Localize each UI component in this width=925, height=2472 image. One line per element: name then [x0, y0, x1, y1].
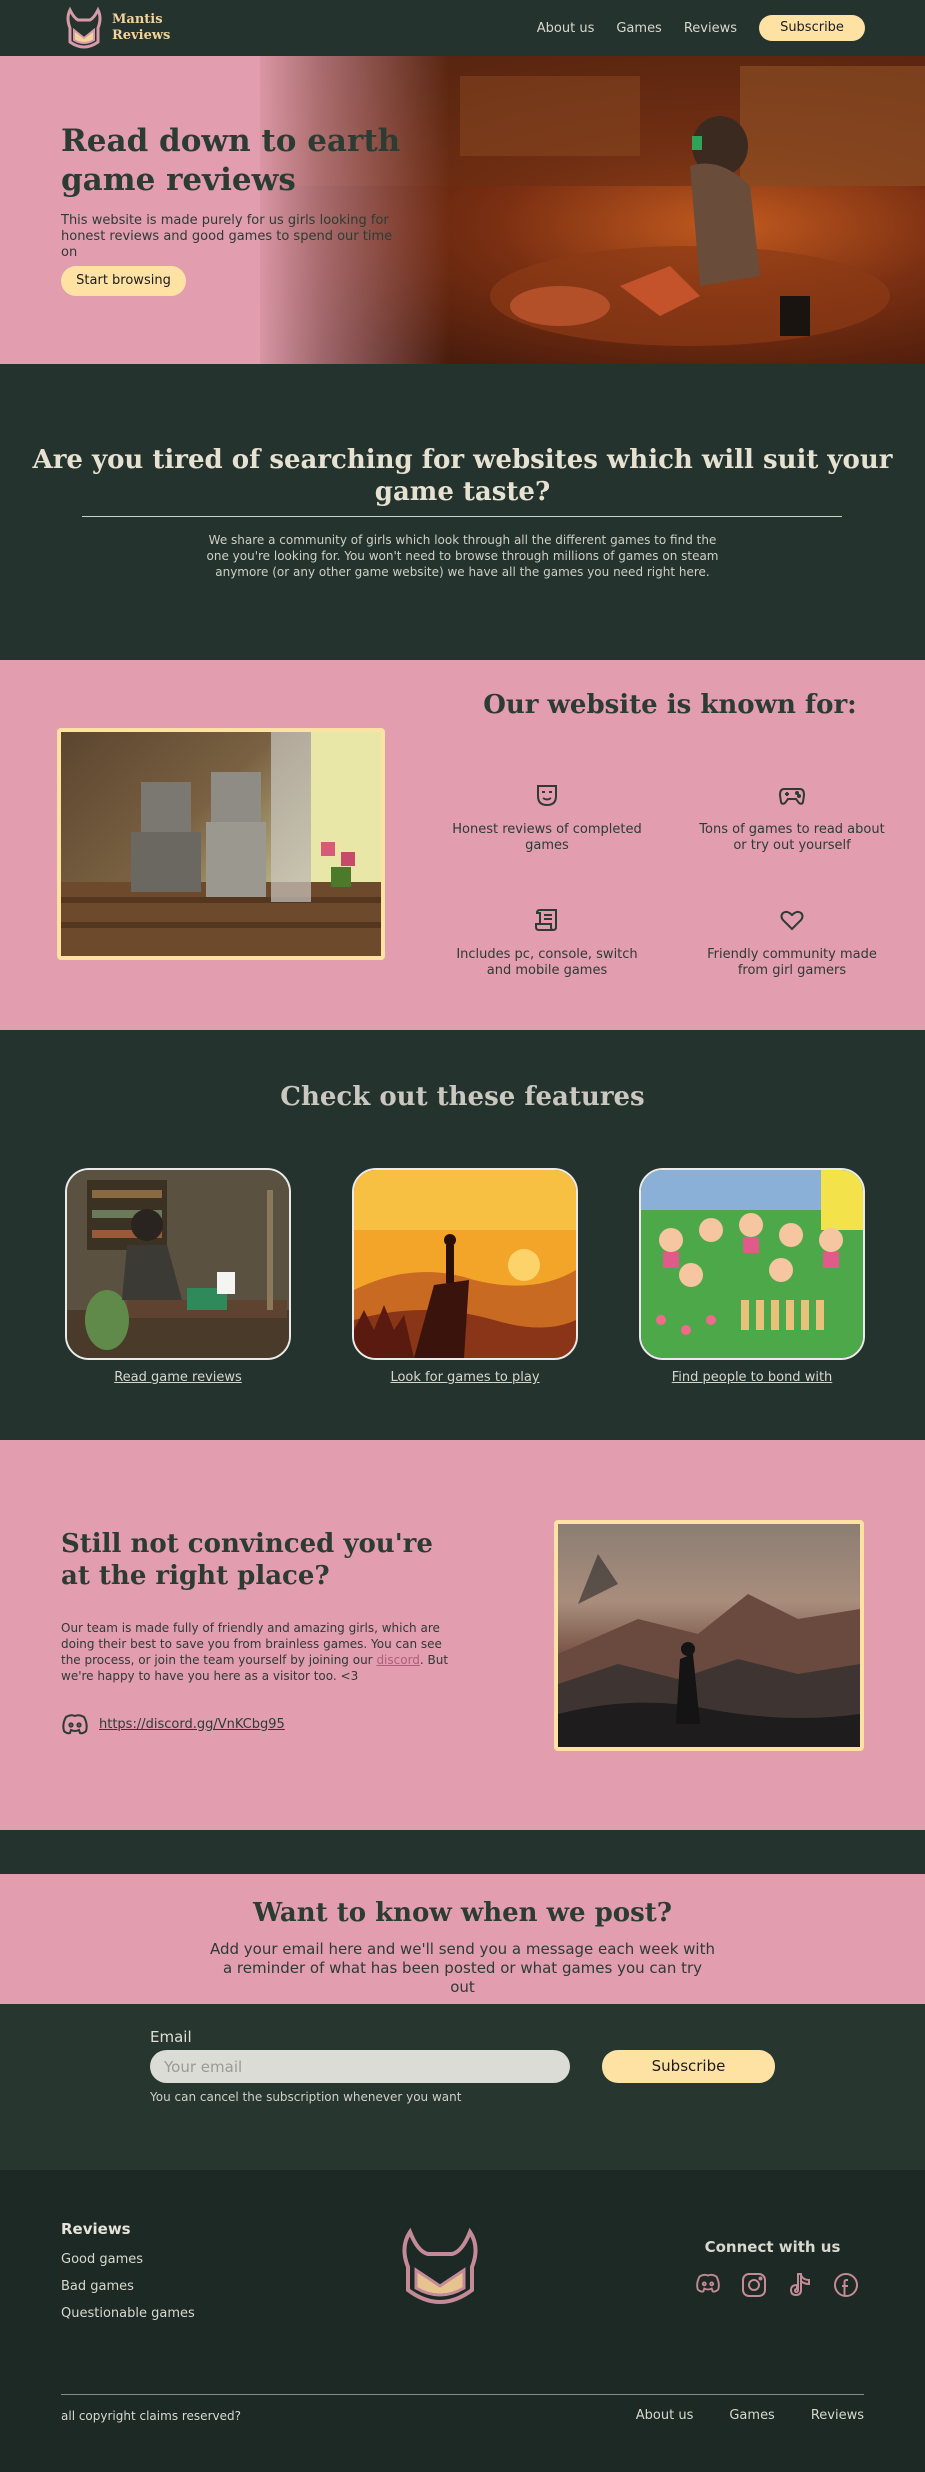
hero-subtitle: This website is made purely for us girls…	[61, 213, 393, 260]
tired-body: We share a community of girls which look…	[206, 533, 719, 579]
mantis-logo-icon	[66, 6, 102, 49]
subscribe-button[interactable]: Subscribe	[602, 2050, 775, 2083]
people-image	[641, 1170, 863, 1358]
newsletter-title: Want to know when we post?	[252, 1898, 672, 1928]
feature-card-people[interactable]	[639, 1168, 865, 1360]
footer-nav-games[interactable]: Games	[729, 2408, 774, 2423]
site-header: Mantis Reviews About us Games Reviews Su…	[0, 0, 925, 56]
tiktok-icon[interactable]	[787, 2272, 813, 2298]
feature-card-reviews[interactable]	[65, 1168, 291, 1360]
convinced-section: Still not convinced you're at the right …	[0, 1440, 925, 1830]
features-title: Check out these features	[280, 1082, 645, 1112]
known-for-image	[57, 728, 385, 960]
nav-games-link[interactable]: Games	[616, 21, 661, 36]
section-divider-strip	[0, 1830, 925, 1874]
minecraft-scene	[61, 732, 381, 956]
mask-icon	[537, 785, 557, 807]
footer-links: Good games Bad games Questionable games	[61, 2252, 195, 2321]
look-for-games-link[interactable]: Look for games to play	[352, 1370, 578, 1385]
brand-line-2: Reviews	[112, 28, 171, 43]
discord-icon[interactable]	[695, 2272, 721, 2294]
discord-url[interactable]: https://discord.gg/VnKCbg95	[99, 1717, 285, 1732]
tired-section: Are you tired of searching for websites …	[0, 364, 925, 660]
feature-card-games[interactable]	[352, 1168, 578, 1360]
convinced-image	[554, 1520, 864, 1751]
features-section: Check out these features Read game revie…	[0, 1030, 925, 1440]
gamepad-icon	[778, 788, 806, 805]
brand-logo[interactable]: Mantis Reviews	[60, 4, 170, 52]
hero-fade	[250, 56, 450, 364]
copyright: all copyright claims reserved?	[61, 2409, 241, 2423]
known-for-section: Our website is known for: Honest reviews…	[0, 660, 925, 1030]
email-input[interactable]	[150, 2050, 570, 2083]
find-people-link[interactable]: Find people to bond with	[639, 1370, 865, 1385]
footer-reviews-heading: Reviews	[61, 2220, 131, 2238]
subscribe-form: Email Subscribe You can cancel the subsc…	[0, 2004, 925, 2170]
instagram-icon[interactable]	[741, 2272, 767, 2298]
footer-link-good-games[interactable]: Good games	[61, 2252, 195, 2267]
hero-section: Read down to earth game reviews This web…	[0, 56, 925, 364]
site-footer: Reviews Good games Bad games Questionabl…	[0, 2170, 925, 2472]
games-image	[354, 1170, 576, 1358]
discord-inline-link[interactable]: discord	[376, 1653, 419, 1667]
discord-icon	[62, 1714, 88, 1735]
known-item-label: Honest reviews of completed games	[452, 822, 642, 853]
newsletter-body: Add your email here and we'll send you a…	[210, 1940, 715, 1996]
known-item-reviews: Honest reviews of completed games	[447, 782, 647, 854]
known-for-title: Our website is known for:	[483, 690, 857, 720]
known-item-label: Friendly community made from girl gamers	[707, 947, 877, 978]
known-item-games: Tons of games to read about or try out y…	[692, 782, 892, 854]
known-item-label: Tons of games to read about or try out y…	[699, 822, 885, 853]
brand-name: Mantis Reviews	[112, 12, 170, 44]
mountain-scene	[558, 1554, 860, 1747]
connect-heading: Connect with us	[704, 2238, 841, 2256]
hero-title: Read down to earth game reviews	[61, 123, 401, 198]
nav-reviews-link[interactable]: Reviews	[684, 21, 737, 36]
mantis-logo-icon[interactable]	[390, 2222, 490, 2312]
email-label: Email	[150, 2028, 192, 2046]
heart-icon	[780, 910, 804, 931]
newsletter-section: Want to know when we post? Add your emai…	[0, 1874, 925, 2004]
start-browsing-button[interactable]: Start browsing	[61, 266, 186, 296]
brand-line-1: Mantis	[112, 12, 163, 27]
main-nav: About us Games Reviews Subscribe	[537, 15, 865, 41]
footer-divider	[61, 2394, 864, 2395]
subscribe-note: You can cancel the subscription whenever…	[150, 2090, 462, 2104]
convinced-title: Still not convinced you're at the right …	[61, 1529, 433, 1591]
footer-nav-about[interactable]: About us	[636, 2408, 694, 2423]
known-item-platforms: Includes pc, console, switch and mobile …	[447, 907, 647, 979]
nav-subscribe-button[interactable]: Subscribe	[759, 15, 865, 41]
scroll-icon	[535, 909, 557, 931]
footer-nav-reviews[interactable]: Reviews	[811, 2408, 864, 2423]
known-item-label: Includes pc, console, switch and mobile …	[456, 947, 638, 978]
facebook-icon[interactable]	[833, 2272, 859, 2298]
discord-invite[interactable]: https://discord.gg/VnKCbg95	[61, 1713, 285, 1735]
footer-link-questionable-games[interactable]: Questionable games	[61, 2306, 195, 2321]
reviews-image	[67, 1170, 289, 1358]
divider	[82, 516, 842, 517]
footer-nav: About us Games Reviews	[636, 2408, 864, 2423]
convinced-body: Our team is made fully of friendly and a…	[61, 1620, 451, 1684]
nav-about-link[interactable]: About us	[537, 21, 595, 36]
footer-link-bad-games[interactable]: Bad games	[61, 2279, 195, 2294]
social-links	[695, 2272, 859, 2298]
known-item-community: Friendly community made from girl gamers	[692, 907, 892, 979]
tired-title: Are you tired of searching for websites …	[32, 445, 893, 507]
read-reviews-link[interactable]: Read game reviews	[65, 1370, 291, 1385]
